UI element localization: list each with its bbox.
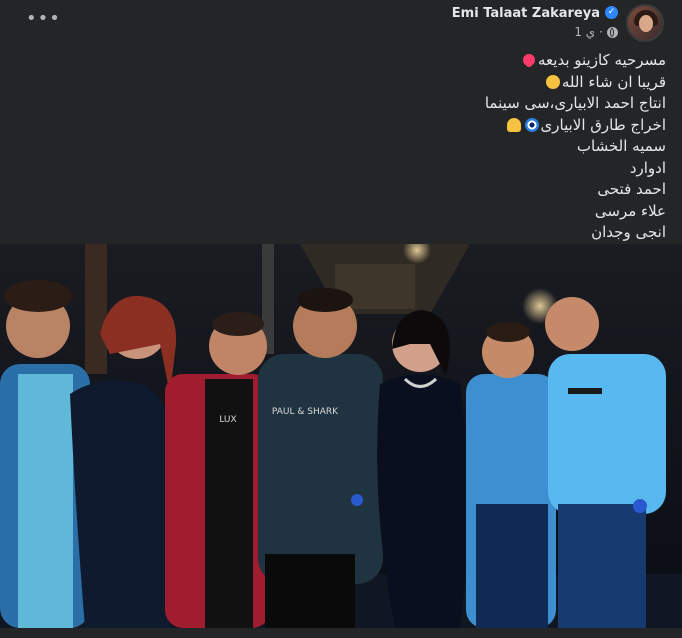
verified-badge-icon: ✓ — [605, 6, 618, 19]
post-bottom-divider — [0, 628, 682, 638]
post-line-2: قريبا ان شاء الله — [106, 72, 666, 94]
folded-hands-icon — [506, 117, 521, 132]
meta-separator: · — [599, 25, 603, 39]
post-line-3: انتاج احمد الابيارى،سى سينما — [484, 94, 666, 112]
group-photo-illustration: LUX PAUL & SHARK — [0, 244, 682, 628]
post-timestamp[interactable]: 1 ي — [574, 25, 595, 39]
post-line-4: اخراج طارق الابيارى — [106, 115, 666, 137]
performing-arts-icon — [545, 74, 560, 89]
post-line-1: مسرحيه كازينو بديعه — [106, 50, 666, 72]
post-line-7: احمد فتحى — [597, 180, 666, 198]
svg-text:LUX: LUX — [219, 415, 236, 425]
post-meta: 1 ي · — [574, 25, 618, 39]
more-options-icon[interactable]: ••• — [26, 10, 61, 28]
author-name[interactable]: Emi Talaat Zakareya — [452, 6, 600, 21]
sparkling-heart-icon — [520, 51, 538, 69]
post-line-8: علاء مرسى — [594, 201, 666, 220]
post-text: مسرحيه كازينو بديعه قريبا ان شاء الله ان… — [106, 50, 666, 244]
author-avatar[interactable] — [626, 4, 664, 42]
post-line-5: سميه الخشاب — [576, 137, 666, 155]
post-photo[interactable]: LUX PAUL & SHARK — [0, 244, 682, 628]
globe-icon — [607, 26, 618, 38]
shirt-print: PAUL & SHARK — [272, 407, 339, 417]
post-line-9: انجى وجدان — [591, 223, 666, 241]
avatar-face — [639, 15, 653, 32]
post-header: Emi Talaat Zakareya ✓ 1 ي · ••• — [0, 0, 682, 48]
facebook-post: Emi Talaat Zakareya ✓ 1 ي · ••• مسرحيه ك… — [0, 0, 682, 638]
nazar-amulet-icon — [524, 117, 539, 132]
post-line-6: ادوارد — [629, 158, 666, 177]
stage-pillar — [85, 244, 107, 374]
